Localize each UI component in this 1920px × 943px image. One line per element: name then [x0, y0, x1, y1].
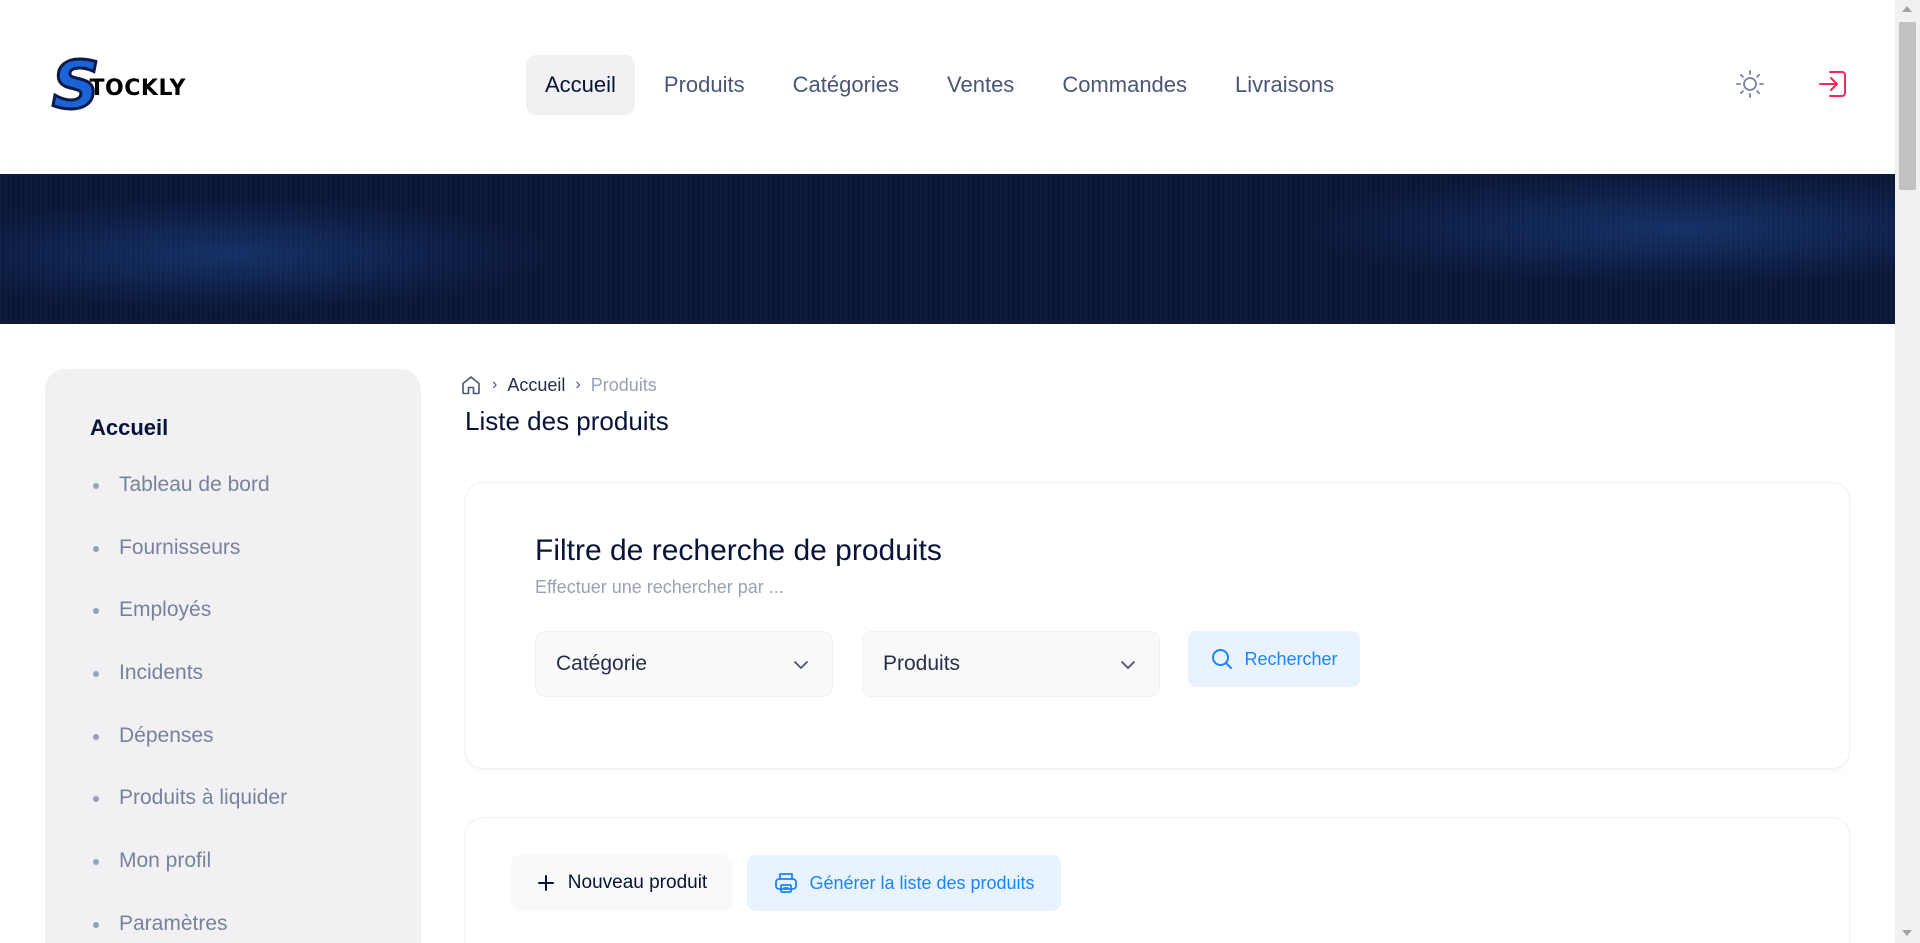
main-navigation: Accueil Produits Catégories Ventes Comma… — [526, 55, 1363, 115]
sidebar-item-label: Mon profil — [119, 849, 212, 873]
top-header: S TOCKLY Accueil Produits Catégories Ven… — [0, 0, 1895, 174]
logout-icon — [1819, 71, 1846, 97]
product-list-card: Nouveau produit Générer la liste des pro… — [465, 817, 1850, 943]
search-button-label: Rechercher — [1244, 648, 1338, 669]
sidebar-item-label: Paramètres — [119, 911, 228, 935]
nav-item-ventes[interactable]: Ventes — [928, 55, 1033, 115]
nav-item-commandes[interactable]: Commandes — [1043, 55, 1206, 115]
chevron-down-icon — [794, 661, 808, 669]
plus-icon — [537, 875, 554, 891]
nav-item-produits[interactable]: Produits — [645, 55, 764, 115]
sidebar-item-tableau-de-bord[interactable]: Tableau de bord — [90, 473, 287, 536]
printer-icon — [775, 873, 798, 893]
sidebar: Accueil Tableau de bord Fournisseurs Emp… — [45, 369, 421, 943]
bullet-icon — [93, 921, 99, 928]
search-button[interactable]: Rechercher — [1188, 631, 1360, 687]
search-icon — [1212, 649, 1233, 669]
sidebar-item-mon-profil[interactable]: Mon profil — [90, 849, 287, 912]
home-icon — [462, 376, 480, 395]
page-scrollbar[interactable] — [1895, 0, 1920, 943]
header-banner — [0, 174, 1895, 324]
sidebar-item-parametres[interactable]: Paramètres — [90, 912, 287, 943]
category-select-value: Catégorie — [556, 652, 648, 675]
sun-icon — [1736, 70, 1764, 98]
logout-button[interactable] — [1813, 64, 1853, 104]
chevron-right-icon: › — [492, 376, 498, 393]
generate-list-button[interactable]: Générer la liste des produits — [747, 855, 1061, 911]
sidebar-item-label: Produits à liquider — [119, 786, 288, 810]
bullet-icon — [93, 608, 99, 615]
sidebar-menu: Tableau de bord Fournisseurs Employés In… — [90, 473, 287, 943]
breadcrumb: › Accueil › Produits — [460, 374, 657, 396]
product-select[interactable]: Produits — [862, 631, 1160, 697]
generate-list-label: Générer la liste des produits — [809, 872, 1035, 893]
filter-title: Filtre de recherche de produits — [535, 534, 942, 567]
logo-text: TOCKLY — [89, 75, 186, 101]
sidebar-title: Accueil — [90, 415, 169, 440]
nav-item-accueil[interactable]: Accueil — [526, 55, 635, 115]
stockly-logo[interactable]: S TOCKLY — [51, 51, 186, 120]
bullet-icon — [93, 671, 99, 678]
scroll-up-arrow-icon[interactable] — [1902, 6, 1912, 12]
sidebar-item-label: Employés — [119, 598, 212, 622]
sidebar-item-produits-a-liquider[interactable]: Produits à liquider — [90, 786, 287, 849]
bullet-icon — [93, 733, 99, 740]
new-product-button[interactable]: Nouveau produit — [511, 855, 732, 911]
bullet-icon — [93, 483, 99, 489]
page-title: Liste des produits — [465, 406, 669, 436]
sidebar-item-label: Dépenses — [119, 723, 214, 747]
product-filter-card: Filtre de recherche de produits Effectue… — [465, 482, 1850, 769]
filter-subtitle: Effectuer une rechercher par ... — [535, 577, 784, 597]
sidebar-item-fournisseurs[interactable]: Fournisseurs — [90, 536, 287, 599]
scroll-thumb[interactable] — [1899, 22, 1916, 190]
sidebar-item-depenses[interactable]: Dépenses — [90, 724, 287, 787]
chevron-right-icon: › — [575, 376, 581, 393]
nav-item-categories[interactable]: Catégories — [774, 55, 918, 115]
nav-item-livraisons[interactable]: Livraisons — [1216, 55, 1353, 115]
bullet-icon — [93, 859, 99, 866]
new-product-label: Nouveau produit — [567, 872, 708, 893]
scroll-down-arrow-icon[interactable] — [1902, 930, 1912, 936]
sidebar-item-label: Incidents — [119, 661, 204, 685]
sidebar-item-employes[interactable]: Employés — [90, 598, 287, 661]
bullet-icon — [93, 796, 99, 803]
category-select[interactable]: Catégorie — [535, 631, 833, 697]
product-select-value: Produits — [883, 652, 961, 675]
theme-toggle-button[interactable] — [1730, 64, 1770, 104]
bullet-icon — [93, 545, 99, 552]
breadcrumb-home[interactable] — [460, 374, 482, 396]
chevron-down-icon — [1121, 661, 1135, 669]
sidebar-item-label: Fournisseurs — [119, 535, 241, 559]
sidebar-item-incidents[interactable]: Incidents — [90, 661, 287, 724]
breadcrumb-item-produits: Produits — [590, 374, 657, 395]
breadcrumb-item-accueil[interactable]: Accueil — [507, 375, 565, 396]
sidebar-item-label: Tableau de bord — [119, 473, 270, 496]
